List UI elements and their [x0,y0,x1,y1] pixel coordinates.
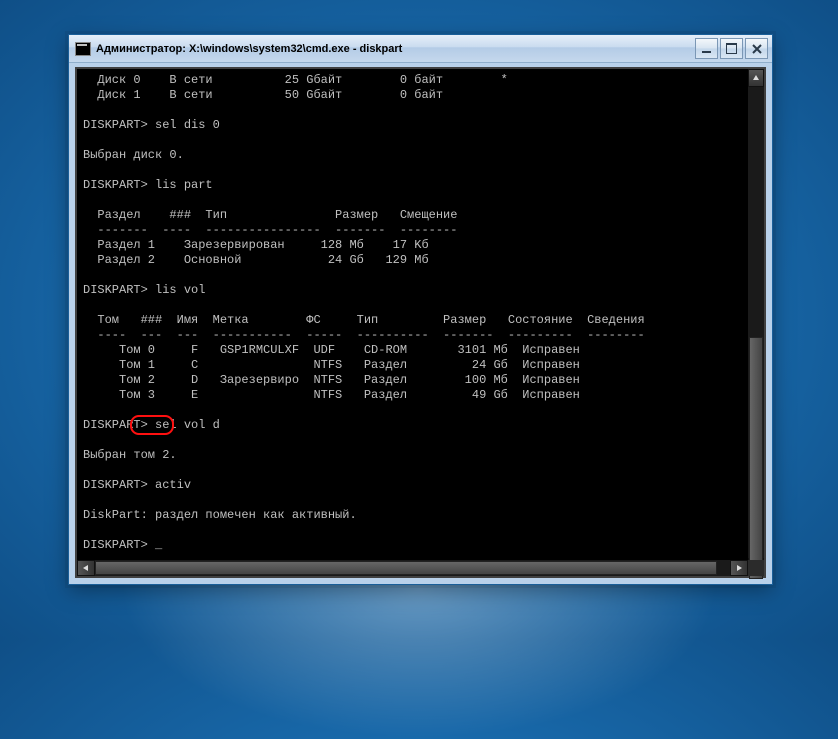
console-text: Диск 0 В сети 25 Gбайт 0 байт * Диск 1 В… [83,73,764,553]
close-button[interactable] [745,38,768,59]
horizontal-scrollbar[interactable] [77,560,748,576]
scroll-up-button[interactable] [748,69,764,87]
scroll-left-button[interactable] [77,560,95,576]
scroll-track-h[interactable] [95,560,730,576]
scroll-right-button[interactable] [730,560,748,576]
console-output[interactable]: Диск 0 В сети 25 Gбайт 0 байт * Диск 1 В… [77,69,764,576]
cmd-window: Администратор: X:\windows\system32\cmd.e… [68,34,773,585]
titlebar[interactable]: Администратор: X:\windows\system32\cmd.e… [69,35,772,63]
minimize-button[interactable] [695,38,718,59]
scroll-thumb-h[interactable] [95,561,717,575]
maximize-button[interactable] [720,38,743,59]
vertical-scrollbar[interactable] [748,69,764,576]
scroll-track[interactable] [748,87,764,558]
console-frame: Диск 0 В сети 25 Gбайт 0 байт * Диск 1 В… [75,67,766,578]
close-icon [752,44,762,54]
window-title: Администратор: X:\windows\system32\cmd.e… [96,43,695,55]
scroll-thumb[interactable] [749,337,763,579]
cmd-icon [75,42,91,56]
window-controls [695,38,768,59]
scrollbar-corner [748,560,764,576]
